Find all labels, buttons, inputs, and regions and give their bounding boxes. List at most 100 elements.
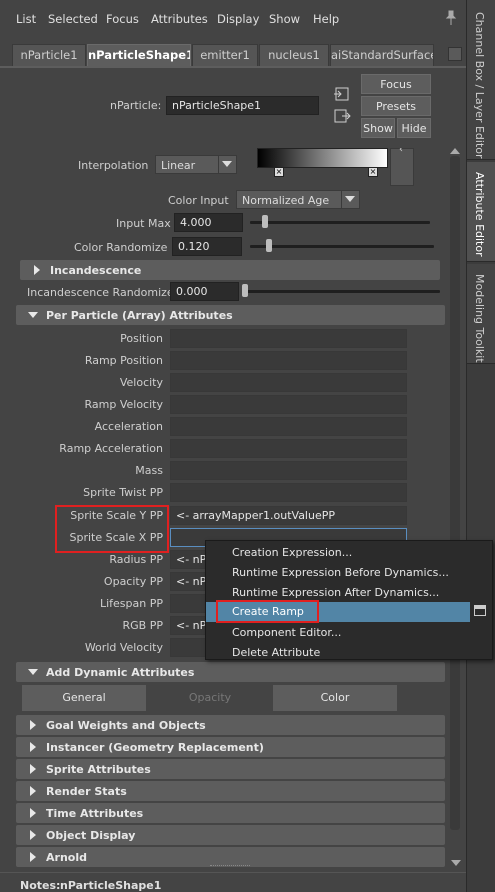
general-button[interactable]: General (22, 685, 146, 711)
menu-component-editor[interactable]: Component Editor... (206, 623, 494, 643)
opacity-button[interactable]: Opacity (148, 685, 272, 711)
expand-arrow-icon (30, 742, 36, 752)
section-time-attributes[interactable]: Time Attributes (16, 803, 445, 823)
tab-label: Attribute Editor (473, 172, 486, 257)
tab-channel-box[interactable]: Channel Box / Layer Editor (467, 0, 495, 160)
input-max-slider-track[interactable] (250, 221, 430, 224)
incandescence-slider-thumb[interactable] (242, 284, 248, 297)
color-input-dropdown[interactable]: Normalized Age (236, 190, 360, 209)
section-render-stats[interactable]: Render Stats (16, 781, 445, 801)
color-input-value: Normalized Age (242, 194, 330, 207)
tab-nparticleshape1[interactable]: nParticleShape1 (87, 44, 191, 66)
pp-label-world-velocity: World Velocity (84, 641, 163, 654)
menu-list[interactable]: List (16, 12, 36, 26)
collapse-arrow-icon (28, 669, 38, 675)
load-output-icon[interactable] (333, 108, 351, 124)
section-object-display[interactable]: Object Display (16, 825, 445, 845)
menu-bar: List Selected Focus Attributes Display S… (0, 0, 466, 38)
menu-attributes[interactable]: Attributes (151, 12, 208, 26)
color-ramp-gradient[interactable] (257, 148, 388, 168)
ramp-handle-white[interactable]: × (368, 167, 378, 177)
expand-arrow-icon (30, 808, 36, 818)
input-max-field[interactable]: 4.000 (174, 213, 243, 232)
dynamic-button-row: General Opacity Color (22, 685, 440, 711)
pp-field-acceleration[interactable] (170, 417, 407, 436)
load-input-icon[interactable] (333, 86, 351, 102)
tab-emitter1[interactable]: emitter1 (192, 44, 258, 66)
scrollbar-thumb[interactable] (450, 156, 460, 830)
section-title: Instancer (Geometry Replacement) (46, 741, 264, 754)
notes-value: nParticleShape1 (60, 879, 162, 892)
section-add-dynamic-attributes[interactable]: Add Dynamic Attributes (16, 662, 445, 682)
menu-display[interactable]: Display (217, 12, 259, 26)
pp-label-sprite-twist: Sprite Twist PP (83, 486, 163, 499)
incandescence-randomize-field[interactable]: 0.000 (170, 282, 239, 301)
tab-aistandardsurface[interactable]: aiStandardSurface (330, 44, 434, 66)
tab-label: Channel Box / Layer Editor (473, 12, 486, 159)
scroll-down-icon[interactable] (451, 860, 461, 866)
pp-field-ramp-velocity[interactable] (170, 395, 407, 414)
section-sprite-attributes[interactable]: Sprite Attributes (16, 759, 445, 779)
expand-arrow-icon (30, 852, 36, 862)
presets-button[interactable]: Presets (361, 96, 431, 116)
color-randomize-label: Color Randomize (74, 241, 168, 254)
show-button[interactable]: Show (361, 118, 395, 138)
pp-field-ramp-position[interactable] (170, 351, 407, 370)
menu-delete-attribute[interactable]: Delete Attribute (206, 643, 494, 663)
option-box-icon[interactable] (474, 605, 486, 616)
menu-help[interactable]: Help (313, 12, 339, 26)
input-max-slider-thumb[interactable] (262, 215, 268, 228)
tab-scroll-left[interactable] (448, 47, 462, 61)
menu-focus[interactable]: Focus (106, 12, 139, 26)
interpolation-dropdown[interactable]: Linear (155, 155, 237, 174)
ramp-handle-black[interactable]: × (274, 167, 284, 177)
pin-icon[interactable] (444, 10, 458, 26)
incandescence-slider-track[interactable] (244, 290, 440, 293)
pp-field-position[interactable] (170, 329, 407, 348)
pp-field-ramp-acceleration[interactable] (170, 439, 407, 458)
section-title: Time Attributes (46, 807, 144, 820)
section-arnold[interactable]: Arnold (16, 847, 445, 867)
section-per-particle-attributes[interactable]: Per Particle (Array) Attributes (16, 305, 445, 325)
interpolation-value: Linear (161, 159, 196, 172)
pp-field-velocity[interactable] (170, 373, 407, 392)
pp-label-velocity: Velocity (119, 376, 163, 389)
focus-button[interactable]: Focus (361, 74, 431, 94)
tab-nparticle1[interactable]: nParticle1 (12, 44, 86, 66)
section-instancer[interactable]: Instancer (Geometry Replacement) (16, 737, 445, 757)
menu-runtime-before[interactable]: Runtime Expression Before Dynamics... (206, 563, 494, 583)
tab-nucleus1[interactable]: nucleus1 (259, 44, 329, 66)
menu-show[interactable]: Show (269, 12, 300, 26)
color-button[interactable]: Color (273, 685, 397, 711)
color-randomize-slider-thumb[interactable] (266, 239, 272, 252)
scroll-up-icon[interactable] (450, 148, 460, 154)
expand-arrow-icon (30, 764, 36, 774)
color-randomize-slider-track[interactable] (250, 245, 434, 248)
pp-field-sprite-scale-y[interactable]: <- arrayMapper1.outValuePP (170, 506, 407, 525)
ramp-expand-icon[interactable]: ‹ (399, 148, 403, 155)
section-title: Add Dynamic Attributes (46, 666, 195, 679)
vertical-scrollbar[interactable] (448, 148, 462, 870)
expand-arrow-icon (34, 265, 40, 275)
tab-modeling-toolkit[interactable]: Modeling Toolkit (467, 264, 495, 364)
incandescence-randomize-label: Incandescence Randomize (27, 286, 174, 299)
section-title: Goal Weights and Objects (46, 719, 206, 732)
chevron-down-icon (345, 196, 355, 202)
menu-creation-expression[interactable]: Creation Expression... (206, 543, 494, 563)
color-randomize-field[interactable]: 0.120 (172, 237, 242, 256)
menu-selected[interactable]: Selected (48, 12, 98, 26)
expand-arrow-icon (30, 830, 36, 840)
annotation-sprite-scale-box (55, 505, 169, 553)
hide-button[interactable]: Hide (397, 118, 431, 138)
splitter-handle[interactable] (210, 865, 250, 867)
tab-attribute-editor[interactable]: Attribute Editor (467, 162, 495, 262)
section-goal-weights[interactable]: Goal Weights and Objects (16, 715, 445, 735)
node-name-field[interactable]: nParticleShape1 (166, 96, 319, 115)
input-max-label: Input Max (116, 217, 171, 230)
pp-label-mass: Mass (135, 464, 163, 477)
color-input-label: Color Input (168, 194, 229, 207)
section-incandescence[interactable]: Incandescence (20, 260, 440, 280)
expand-arrow-icon (30, 720, 36, 730)
pp-field-sprite-twist[interactable] (170, 483, 407, 502)
pp-field-mass[interactable] (170, 461, 407, 480)
